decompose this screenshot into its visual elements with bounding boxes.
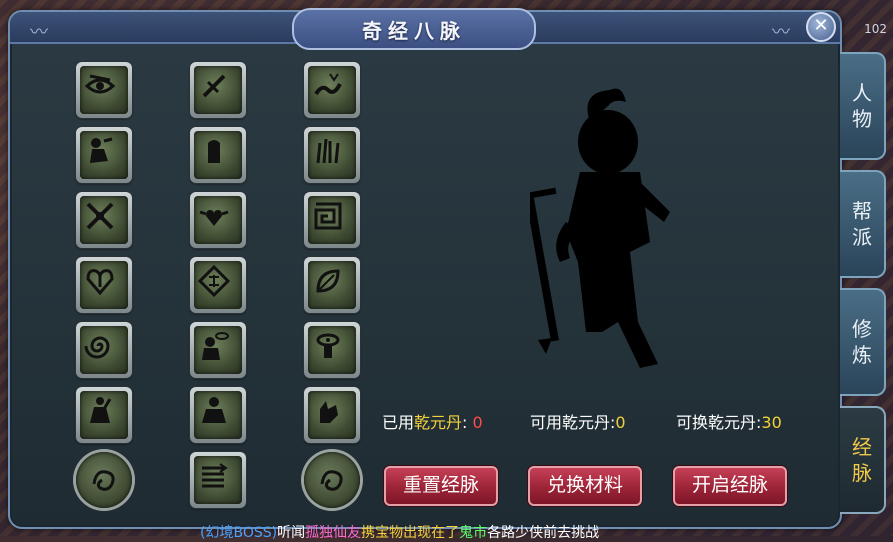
- level-indicator: 102: [864, 22, 887, 36]
- winged-heart-icon: [199, 210, 229, 226]
- exchangeable-pill-stat: 可换乾元丹:30: [676, 413, 782, 432]
- system-broadcast: (幻境BOSS)听闻孤独仙友携宝物出现在了鬼市各路少侠前去挑战: [200, 525, 600, 541]
- close-button[interactable]: ✕: [806, 12, 836, 42]
- speech-monk-icon: [202, 332, 229, 360]
- window-title: 奇经八脉: [362, 18, 466, 43]
- meridian-flame-grass-button[interactable]: [304, 127, 360, 183]
- meridian-stone-pillar-button[interactable]: [190, 127, 246, 183]
- crossed-blades-icon: [86, 202, 114, 230]
- reset-meridian-button[interactable]: 重置经脉: [384, 466, 498, 506]
- heart-crest-icon: [86, 269, 114, 296]
- meridian-blade-strike-button[interactable]: [190, 62, 246, 118]
- seated-sage-icon: [202, 397, 226, 423]
- title-swirl-right-icon: 〰: [772, 22, 790, 43]
- warrior-icon: [90, 397, 112, 423]
- meridian-eye-button[interactable]: [76, 62, 132, 118]
- meridian-hand-swirl-button[interactable]: [304, 387, 360, 443]
- flame-grass-icon: [316, 138, 340, 164]
- open-meridian-button[interactable]: 开启经脉: [673, 466, 787, 506]
- meridian-diamond-sigil-button[interactable]: [190, 257, 246, 313]
- meridian-warrior-button[interactable]: [76, 387, 132, 443]
- tab-character[interactable]: 人物: [840, 52, 886, 160]
- meridian-grid: [76, 62, 376, 522]
- meridian-wave-slash-button[interactable]: [304, 62, 360, 118]
- title-swirl-left-icon: 〰: [30, 22, 48, 43]
- character-silhouette: [530, 88, 670, 368]
- meridian-arrow-volley-button[interactable]: [190, 452, 246, 508]
- meridian-seated-sage-button[interactable]: [190, 387, 246, 443]
- hand-swirl-icon: [320, 401, 338, 423]
- meridian-maze-button[interactable]: [304, 192, 360, 248]
- title-plate: 奇经八脉: [292, 8, 536, 50]
- eye-pillar-icon: [316, 333, 340, 358]
- tab-meridian[interactable]: 经脉: [840, 406, 886, 514]
- meridian-leaf-drop-button[interactable]: [304, 257, 360, 313]
- meridian-spiral-button[interactable]: [76, 322, 132, 378]
- dragon-seal-icon: [320, 470, 343, 491]
- stone-pillar-icon: [208, 140, 220, 163]
- tab-cultivation[interactable]: 修炼: [840, 288, 886, 396]
- spiral-icon: [84, 336, 110, 359]
- exchange-materials-button[interactable]: 兑换材料: [528, 466, 642, 506]
- leaf-drop-icon: [316, 269, 340, 293]
- meridian-heart-crest-button[interactable]: [76, 257, 132, 313]
- maze-icon: [314, 202, 342, 230]
- meridian-window: 〰 奇经八脉 〰 ✕ 已用乾元丹: 0 可用乾元丹:0 可换乾元丹:30 重置经…: [8, 8, 842, 529]
- available-pill-stat: 可用乾元丹:0: [530, 413, 626, 432]
- tab-guild[interactable]: 帮派: [840, 170, 886, 278]
- meridian-winged-heart-button[interactable]: [190, 192, 246, 248]
- title-bar: 〰 奇经八脉 〰 ✕: [10, 8, 840, 50]
- wave-slash-icon: [314, 73, 342, 96]
- meridian-figure-button[interactable]: [76, 127, 132, 183]
- meridian-dragon-seal-button[interactable]: [76, 452, 132, 508]
- eye-icon: [84, 74, 116, 94]
- meridian-eye-pillar-button[interactable]: [304, 322, 360, 378]
- meridian-crossed-blades-button[interactable]: [76, 192, 132, 248]
- pill-stats: 已用乾元丹: 0 可用乾元丹:0 可换乾元丹:30: [382, 409, 822, 433]
- dragon-seal-icon: [92, 470, 115, 491]
- blade-strike-icon: [202, 74, 226, 98]
- diamond-sigil-icon: [198, 265, 230, 297]
- kneeling-figure-icon: [90, 137, 113, 163]
- arrow-volley-icon: [202, 463, 228, 488]
- meridian-dragon-seal-button-2[interactable]: [304, 452, 360, 508]
- meridian-speech-monk-button[interactable]: [190, 322, 246, 378]
- used-pill-stat: 已用乾元丹: 0: [382, 413, 483, 432]
